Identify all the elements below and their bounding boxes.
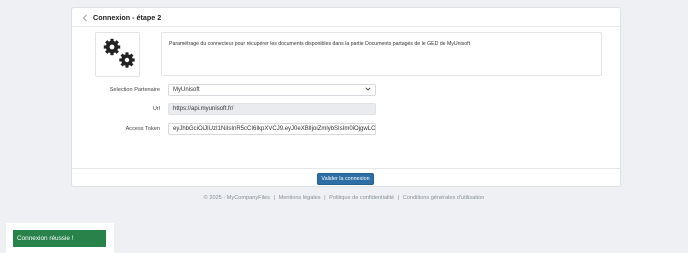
chevron-left-icon[interactable]: [80, 12, 90, 24]
footer-separator: |: [397, 195, 400, 201]
privacy-link[interactable]: Politique de confidentialité: [329, 195, 394, 201]
toast-container: Connexion réussie !: [6, 223, 114, 253]
footer-separator: |: [324, 195, 326, 201]
gears-icon: [103, 38, 135, 68]
partner-select[interactable]: MyUnisoft: [168, 84, 376, 96]
connector-logo: [95, 32, 140, 77]
connector-description: Paramétrage du connecteur pour récupérer…: [161, 32, 602, 76]
validate-connection-button[interactable]: Valider la connexion: [317, 173, 374, 185]
partner-label: Selection Partenaire: [109, 87, 160, 93]
url-row: Url https://api.myunisoft.fr/: [72, 103, 376, 115]
card-footer: Valider la connexion: [72, 168, 620, 188]
partner-select-value: MyUnisoft: [173, 87, 200, 93]
url-label: Url: [152, 106, 160, 112]
access-token-input[interactable]: eyJhbGciOiJIUzI1NiIsInR5cCI6IkpXVCJ9.eyJ…: [168, 123, 376, 135]
url-field: https://api.myunisoft.fr/: [168, 103, 376, 115]
footer-separator: |: [273, 195, 275, 201]
copyright-text: © 2025 - MyCompanyFiles: [203, 195, 270, 201]
page-title: Connexion - étape 2: [93, 12, 162, 22]
partner-row: Selection Partenaire MyUnisoft: [72, 84, 376, 96]
page-footer: © 2025 - MyCompanyFiles | Mentions légal…: [0, 195, 688, 201]
card-header: Connexion - étape 2: [72, 8, 620, 27]
token-label: Access Token: [125, 126, 160, 132]
terms-link[interactable]: Conditions générales d'utilisation: [403, 195, 485, 201]
chevron-down-icon[interactable]: [365, 87, 371, 93]
success-toast[interactable]: Connexion réussie !: [13, 230, 106, 247]
connection-card: Connexion - étape 2 Paramétrage du conne…: [71, 7, 621, 187]
token-row: Access Token eyJhbGciOiJIUzI1NiIsInR5cCI…: [72, 123, 376, 135]
legal-link[interactable]: Mentions légales: [279, 195, 321, 201]
